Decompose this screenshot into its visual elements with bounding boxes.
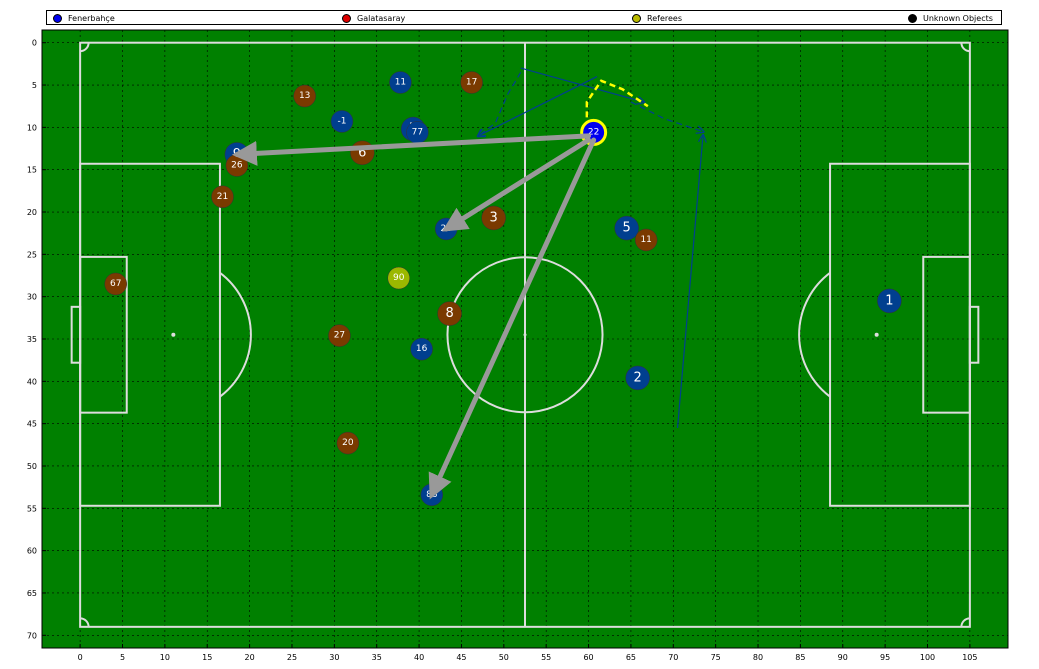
y-tick-label: 60 — [27, 547, 37, 556]
player-marker: -1 — [330, 110, 354, 133]
centre-spot — [523, 333, 527, 337]
x-tick-label: 60 — [583, 653, 593, 662]
x-tick-label: 90 — [838, 653, 848, 662]
pitch-chart: 0 5 10 15 20 25 30 35 40 45 50 55 60 65 70 75 80 85 90 95 10… — [27, 29, 1009, 662]
x-tick-label: 20 — [245, 653, 255, 662]
x-tick-label: 50 — [499, 653, 509, 662]
player-marker: 8 — [437, 301, 462, 326]
y-tick-label: 15 — [27, 166, 37, 175]
player-label: -1 — [337, 116, 346, 126]
player-label: 13 — [299, 91, 310, 101]
player-label: 11 — [395, 77, 406, 87]
x-tick-label: 25 — [287, 653, 297, 662]
x-tick-label: 30 — [329, 653, 339, 662]
player-marker: 77 — [406, 121, 429, 144]
player-marker: 1 — [877, 288, 902, 314]
player-marker: 17 — [460, 71, 483, 94]
x-tick-label: 40 — [414, 653, 424, 662]
y-tick-label: 0 — [32, 39, 37, 48]
player-marker: 2 — [625, 365, 650, 391]
x-tick-label: 70 — [668, 653, 678, 662]
player-marker: 67 — [104, 272, 127, 296]
player-marker: 90 — [387, 266, 410, 290]
x-tick-label: 65 — [626, 653, 636, 662]
player-marker: 13 — [293, 84, 316, 108]
player-marker: 6 — [350, 140, 375, 166]
player-label: 17 — [466, 77, 477, 87]
y-tick-label: 55 — [27, 504, 37, 513]
player-label: 90 — [393, 273, 405, 283]
y-tick-label: 40 — [27, 377, 37, 386]
x-tick-label: 10 — [160, 653, 170, 662]
player-marker: 5 — [614, 215, 639, 241]
player-marker: 3 — [481, 205, 506, 231]
right-penalty-spot — [874, 332, 879, 337]
player-label: 20 — [342, 438, 354, 448]
y-tick-label: 50 — [27, 462, 37, 471]
x-tick-label: 105 — [962, 653, 977, 662]
x-tick-label: 35 — [372, 653, 382, 662]
y-tick-label: 10 — [27, 123, 37, 132]
player-label: 67 — [110, 279, 121, 289]
x-tick-label: 75 — [711, 653, 721, 662]
player-label: 11 — [640, 235, 651, 245]
player-label: 5 — [623, 221, 631, 236]
player-marker: 26 — [225, 154, 249, 177]
y-tick-label: 35 — [27, 335, 37, 344]
y-tick-label: 25 — [27, 250, 37, 259]
player-marker: 27 — [328, 324, 351, 347]
y-tick-label: 5 — [32, 81, 37, 90]
x-tick-label: 15 — [202, 653, 212, 662]
player-label: 1 — [885, 293, 893, 308]
player-label: 21 — [217, 192, 228, 202]
player-label: 27 — [334, 331, 345, 341]
player-label: 2 — [634, 370, 642, 385]
x-tick-label: 100 — [920, 653, 935, 662]
y-tick-label: 20 — [27, 208, 37, 217]
x-tick-label: 0 — [78, 653, 83, 662]
player-marker: 16 — [410, 337, 433, 361]
y-tick-label: 30 — [27, 293, 37, 302]
y-tick-label: 70 — [27, 631, 37, 640]
x-tick-label: 80 — [753, 653, 763, 662]
x-tick-label: 5 — [120, 653, 125, 662]
x-tick-label: 45 — [456, 653, 466, 662]
player-label: 16 — [416, 344, 428, 354]
y-tick-label: 65 — [27, 589, 37, 598]
player-marker: 11 — [389, 71, 412, 94]
player-label: 3 — [490, 210, 498, 225]
left-penalty-spot — [171, 332, 176, 337]
x-tick-label: 95 — [880, 653, 890, 662]
player-label: 26 — [231, 160, 243, 170]
player-marker: 20 — [336, 431, 360, 455]
x-tick-label: 85 — [795, 653, 805, 662]
player-label: 77 — [412, 127, 423, 137]
y-tick-label: 45 — [27, 420, 37, 429]
player-marker: 21 — [211, 185, 234, 209]
player-marker: 11 — [634, 228, 658, 252]
x-tick-label: 55 — [541, 653, 551, 662]
player-label: 8 — [445, 306, 453, 321]
